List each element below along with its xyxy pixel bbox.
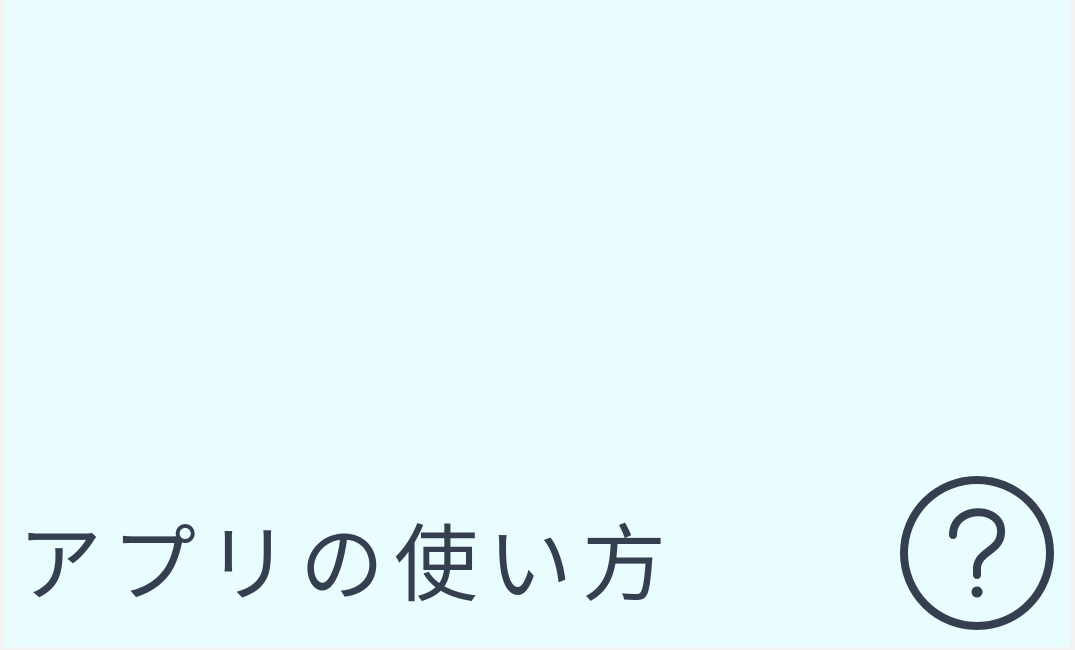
- how-to-use-label: アプリの使い方: [18, 516, 677, 614]
- question-circle-icon[interactable]: [897, 475, 1057, 635]
- content-area: アプリの使い方: [4, 0, 1070, 647]
